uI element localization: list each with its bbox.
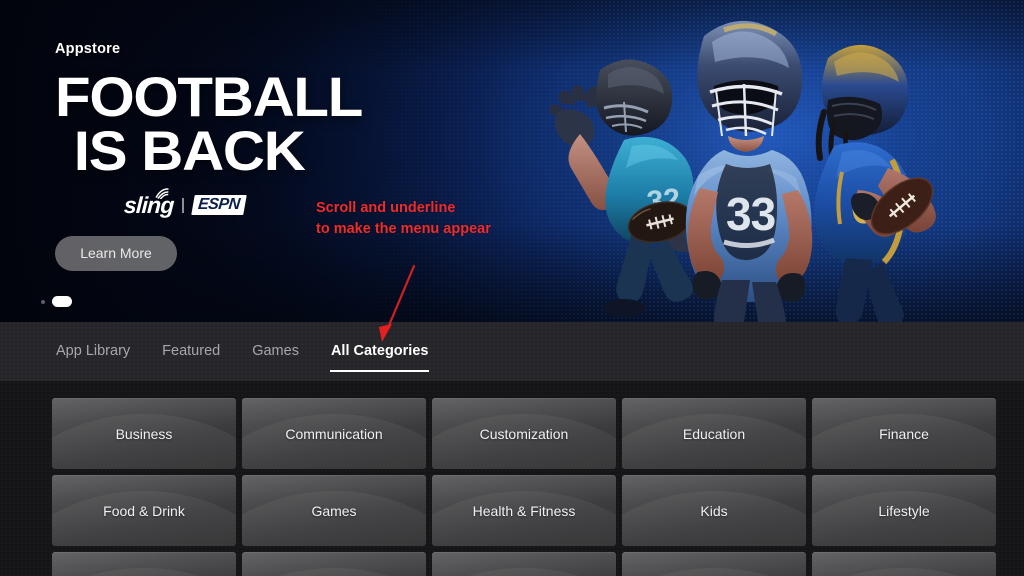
svg-text:33: 33 bbox=[726, 188, 775, 240]
category-tile-health-and-fitness[interactable]: Health & Fitness bbox=[432, 475, 616, 546]
carousel-indicator[interactable] bbox=[41, 296, 72, 307]
category-tile-customization[interactable]: Customization bbox=[432, 398, 616, 469]
category-tile-label: Games bbox=[311, 502, 357, 519]
category-tile-label: Finance bbox=[879, 425, 929, 442]
category-grid-area: Business Communication Customization Edu… bbox=[0, 381, 1024, 576]
category-tile-local[interactable]: Local bbox=[52, 552, 236, 576]
category-navbar: App Library Featured Games All Categorie… bbox=[0, 322, 1024, 381]
sling-logo: sling bbox=[123, 187, 174, 218]
category-tile-business[interactable]: Business bbox=[52, 398, 236, 469]
category-tile-medical[interactable]: Medical bbox=[432, 552, 616, 576]
category-tile-magazines[interactable]: Magazines bbox=[242, 552, 426, 576]
annotation-text: Scroll and underline to make the menu ap… bbox=[316, 200, 491, 238]
category-tile-label: Food & Drink bbox=[103, 502, 185, 519]
category-tile-lifestyle[interactable]: Lifestyle bbox=[812, 475, 996, 546]
category-tile-games[interactable]: Games bbox=[242, 475, 426, 546]
hero-banner: 32 33 Appstore FOOTBALL IS BACK sling ES… bbox=[0, 0, 1024, 322]
category-tile-label: Education bbox=[682, 425, 746, 442]
category-tile-movies-and-tv[interactable]: Movies & TV bbox=[622, 552, 806, 576]
carousel-dot-2-active[interactable] bbox=[52, 296, 72, 307]
tab-all-categories[interactable]: All Categories bbox=[329, 341, 430, 372]
category-tile-label: Lifestyle bbox=[878, 502, 930, 519]
tab-app-library[interactable]: App Library bbox=[55, 341, 131, 362]
category-tile-kids[interactable]: Kids bbox=[622, 475, 806, 546]
category-tile-finance[interactable]: Finance bbox=[812, 398, 996, 469]
nav-items: App Library Featured Games All Categorie… bbox=[0, 322, 1024, 381]
headline-line-2: IS BACK bbox=[73, 118, 306, 182]
espn-logo-text: ESPN bbox=[196, 196, 241, 213]
category-tile-label: Health & Fitness bbox=[472, 502, 576, 519]
hero-copy: Appstore FOOTBALL IS BACK sling ESPN Lea… bbox=[55, 41, 363, 271]
category-tile-label: Kids bbox=[700, 502, 728, 519]
category-tile-label: Customization bbox=[479, 425, 569, 442]
category-tile-food-and-drink[interactable]: Food & Drink bbox=[52, 475, 236, 546]
football-players-artwork: 32 33 bbox=[528, 0, 998, 322]
category-tile-communication[interactable]: Communication bbox=[242, 398, 426, 469]
category-tile-education[interactable]: Education bbox=[622, 398, 806, 469]
logo-divider bbox=[182, 197, 184, 213]
carousel-dot-1[interactable] bbox=[41, 299, 45, 304]
store-label: Appstore bbox=[55, 41, 121, 57]
learn-more-button[interactable]: Learn More bbox=[55, 235, 177, 271]
espn-logo: ESPN bbox=[191, 195, 247, 215]
tab-featured[interactable]: Featured bbox=[161, 341, 221, 362]
category-grid: Business Communication Customization Edu… bbox=[0, 381, 1024, 576]
category-tile-label: Business bbox=[115, 425, 173, 442]
category-tile-label: Communication bbox=[285, 425, 383, 442]
category-tile-music-and-audio[interactable]: Music & Audio bbox=[812, 552, 996, 576]
sling-signal-arcs-icon bbox=[155, 187, 169, 199]
appstore-screen: 32 33 Appstore FOOTBALL IS BACK sling ES… bbox=[0, 0, 1024, 576]
tab-games[interactable]: Games bbox=[251, 341, 300, 362]
partner-logos: sling ESPN bbox=[55, 187, 313, 218]
hero-headline: FOOTBALL IS BACK bbox=[55, 69, 363, 182]
